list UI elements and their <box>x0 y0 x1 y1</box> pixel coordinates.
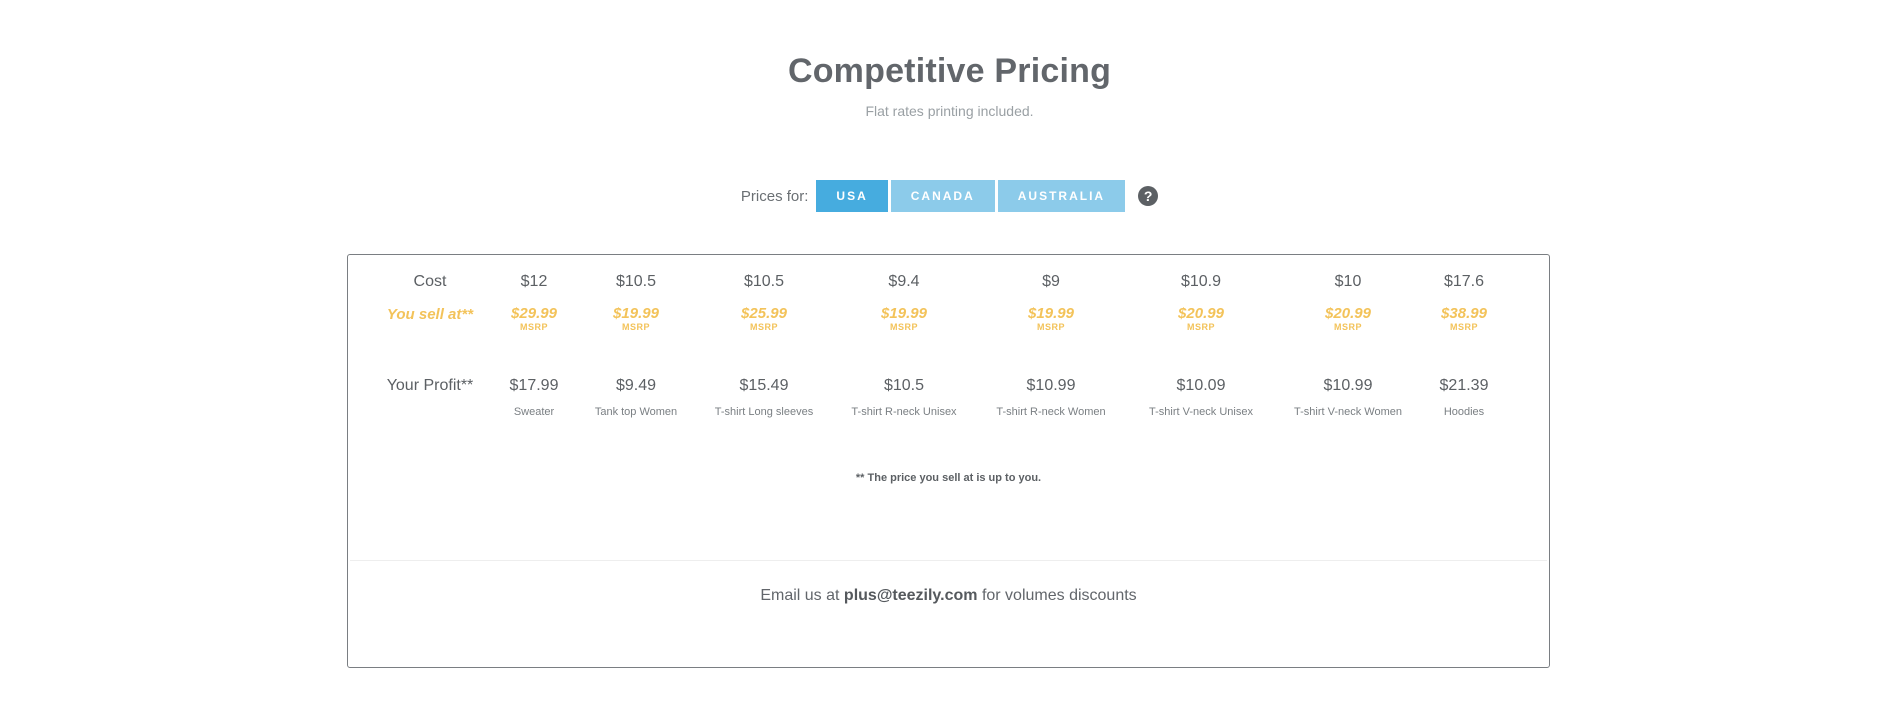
footnote: ** The price you sell at is up to you. <box>855 472 1042 484</box>
msrp-label: MSRP <box>1036 322 1065 332</box>
profit-value: $10.09 <box>1176 377 1226 394</box>
page-subtitle: Flat rates printing included. <box>865 103 1034 119</box>
product-name: T-shirt V-neck Unisex <box>1149 406 1253 418</box>
sell-value: $25.99 <box>741 305 787 322</box>
msrp-label: MSRP <box>889 322 918 332</box>
sell-value: $38.99 <box>1441 305 1487 322</box>
sell-value: $20.99 <box>1178 305 1224 322</box>
country-button-canada[interactable]: CANADA <box>890 180 995 212</box>
product-name: T-shirt R-neck Women <box>996 406 1106 418</box>
pricing-table: Cost You sell at** Your Profit** $12 $29.… <box>347 254 1550 668</box>
cost-value: $9 <box>1042 273 1060 290</box>
msrp-label: MSRP <box>1449 322 1478 332</box>
email-prefix: Email us at <box>760 587 840 604</box>
prices-for-label: Prices for: <box>740 187 809 205</box>
email-link[interactable]: plus@teezily.com <box>844 587 978 604</box>
cost-value: $10.9 <box>1180 273 1222 290</box>
product-name: T-shirt Long sleeves <box>714 406 814 418</box>
profit-value: $10.99 <box>1026 377 1076 394</box>
volume-discount-line: Email us at plus@teezily.com for volumes… <box>348 587 1549 605</box>
country-selector: Prices for: USA CANADA AUSTRALIA ? <box>0 180 1899 212</box>
email-suffix: for volumes discounts <box>981 587 1137 604</box>
country-button-australia[interactable]: AUSTRALIA <box>997 180 1126 212</box>
profit-value: $10.5 <box>883 377 925 394</box>
product-name: T-shirt R-neck Unisex <box>851 406 957 418</box>
cost-value: $9.4 <box>888 273 920 290</box>
profit-value: $21.39 <box>1439 377 1489 394</box>
cost-value: $10.5 <box>743 273 785 290</box>
page-title: Competitive Pricing <box>787 52 1112 90</box>
page-header: Competitive Pricing Flat rates printing … <box>0 52 1899 119</box>
country-button-usa[interactable]: USA <box>816 180 888 212</box>
sell-value: $19.99 <box>881 305 927 322</box>
sell-value: $19.99 <box>1028 305 1074 322</box>
profit-value: $15.49 <box>739 377 789 394</box>
cost-value: $17.6 <box>1443 273 1485 290</box>
msrp-label: MSRP <box>749 322 778 332</box>
question-circle-icon[interactable]: ? <box>1138 186 1159 206</box>
product-name: Hoodies <box>1443 406 1485 418</box>
msrp-label: MSRP <box>1186 322 1215 332</box>
divider <box>350 560 1547 561</box>
